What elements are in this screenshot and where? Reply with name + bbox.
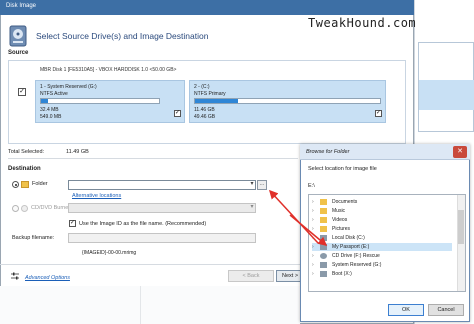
tree-item-label: Videos: [332, 217, 348, 223]
destination-heading: Destination: [8, 166, 41, 172]
cd-dvd-label: CD/DVD Burner: [31, 205, 71, 211]
partition-total: 549.0 MB: [40, 114, 62, 120]
chevron-right-icon[interactable]: ›: [312, 216, 314, 224]
divider: [8, 158, 298, 159]
tree-item-label: Pictures: [332, 226, 351, 232]
browse-prompt: Select location for image file: [308, 166, 377, 172]
tree-item-boot-x[interactable]: › Boot (X:): [312, 270, 452, 278]
folder-radio[interactable]: [12, 181, 19, 188]
tree-item-system-reserved-g[interactable]: › System Reserved (G:): [312, 261, 452, 269]
folder-label: Folder: [32, 181, 48, 187]
disk-select-checkbox[interactable]: ✓: [18, 88, 26, 96]
partition-usage-bar: [194, 98, 381, 104]
advanced-options-link[interactable]: Advanced Options: [25, 275, 70, 281]
partition-usage-fill: [195, 99, 238, 103]
tree-item-label: Local Disk (C:): [332, 235, 365, 241]
source-heading: Source: [8, 50, 29, 56]
tree-item-my-passport-e[interactable]: › My Passport (E:): [312, 243, 452, 251]
drive-icon: [320, 271, 327, 277]
partition-fs: NTFS Active: [40, 91, 68, 97]
backup-filename-label: Backup filename:: [12, 235, 55, 241]
partition-total: 49.46 GB: [194, 114, 216, 120]
tree-item-videos[interactable]: › Videos: [312, 216, 452, 224]
browse-dialog-title: Browse for Folder: [306, 149, 350, 155]
chevron-right-icon[interactable]: ›: [312, 270, 314, 278]
partition-name: 2 - (C:): [194, 84, 210, 90]
tree-item-label: System Reserved (G:): [332, 262, 382, 268]
chevron-right-icon[interactable]: ›: [312, 207, 314, 215]
partition-2[interactable]: 2 - (C:) NTFS Primary 11.46 GB 49.46 GB …: [189, 80, 386, 123]
browse-button[interactable]: ...: [257, 180, 267, 190]
chevron-right-icon[interactable]: ›: [312, 261, 314, 269]
cd-dvd-select[interactable]: [68, 203, 256, 213]
cancel-button[interactable]: Cancel: [428, 304, 464, 316]
folder-icon: [320, 199, 327, 205]
partition-checkbox[interactable]: ✓: [174, 110, 181, 117]
chevron-right-icon[interactable]: ›: [312, 198, 314, 206]
partition-usage-bar: [40, 98, 160, 104]
tree-item-label: Music: [332, 208, 346, 214]
total-selected-value: 11.49 GB: [66, 149, 89, 155]
use-image-id-checkbox[interactable]: ✓: [69, 220, 76, 227]
dialog-titlebar: [0, 0, 414, 15]
cd-drive-icon: [320, 253, 327, 259]
dialog-title: Disk Image: [6, 3, 37, 9]
chevron-right-icon[interactable]: ›: [312, 234, 314, 242]
tree-item-label: My Passport (E:): [332, 244, 370, 250]
scrollbar-thumb[interactable]: [458, 210, 464, 244]
tree-item-label: CD Drive (F:) Rescue: [332, 253, 380, 259]
disk-image-icon: [9, 25, 27, 47]
settings-sliders-icon: [11, 272, 19, 280]
tree-item-music[interactable]: › Music: [312, 207, 452, 215]
divider: [140, 286, 141, 324]
partition-used: 11.46 GB: [194, 107, 215, 113]
music-folder-icon: [320, 208, 327, 214]
drive-icon: [320, 244, 327, 250]
chevron-down-icon[interactable]: ▾: [248, 203, 256, 213]
tree-item-cd-drive-f[interactable]: › CD Drive (F:) Rescue: [312, 252, 452, 260]
watermark-text: TweakHound.com: [308, 16, 417, 30]
chevron-right-icon[interactable]: ›: [312, 252, 314, 260]
background-window-partition: [419, 80, 474, 110]
divider: [0, 264, 300, 265]
disk-info-label: MBR Disk 1 [FE5310A5] - VBOX HARDDISK 1.…: [40, 67, 177, 73]
use-image-id-label: Use the Image ID as the file name. (Reco…: [79, 221, 207, 227]
tree-item-pictures[interactable]: › Pictures: [312, 225, 452, 233]
cd-icon: [21, 205, 28, 212]
folder-icon: [21, 181, 29, 188]
selected-path: E:\: [308, 183, 315, 189]
pictures-folder-icon: [320, 226, 327, 232]
footer-area: [0, 286, 300, 324]
partition-fs: NTFS Primary: [194, 91, 226, 97]
partition-name: 1 - System Reserved (G:): [40, 84, 97, 90]
drive-icon: [320, 262, 327, 268]
partition-1[interactable]: 1 - System Reserved (G:) NTFS Active 32.…: [35, 80, 185, 123]
tree-item-label: Documents: [332, 199, 358, 205]
page-title: Select Source Drive(s) and Image Destina…: [36, 31, 209, 41]
tree-item-documents[interactable]: › Documents: [312, 198, 452, 206]
total-selected-label: Total Selected:: [8, 149, 45, 155]
drive-icon: [320, 235, 327, 241]
folder-path-input[interactable]: [68, 180, 256, 190]
tree-item-label: Boot (X:): [332, 271, 352, 277]
partition-usage-fill: [41, 99, 49, 103]
chevron-down-icon[interactable]: ▾: [248, 180, 256, 190]
tree-item-local-disk-c[interactable]: › Local Disk (C:): [312, 234, 452, 242]
partition-used: 32.4 MB: [40, 107, 59, 113]
chevron-right-icon[interactable]: ›: [312, 225, 314, 233]
ok-button[interactable]: OK: [388, 304, 424, 316]
back-button[interactable]: < Back: [228, 270, 274, 282]
backup-filename-value: {IMAGEID}-00-00.mrimg: [82, 250, 137, 256]
alternative-locations-link[interactable]: Alternative locations: [72, 193, 121, 199]
cd-dvd-radio[interactable]: [12, 205, 19, 212]
partition-checkbox[interactable]: ✓: [375, 110, 382, 117]
chevron-right-icon[interactable]: ›: [312, 243, 314, 251]
video-folder-icon: [320, 217, 327, 223]
backup-filename-input[interactable]: [68, 233, 256, 243]
close-icon[interactable]: ✕: [453, 146, 467, 158]
